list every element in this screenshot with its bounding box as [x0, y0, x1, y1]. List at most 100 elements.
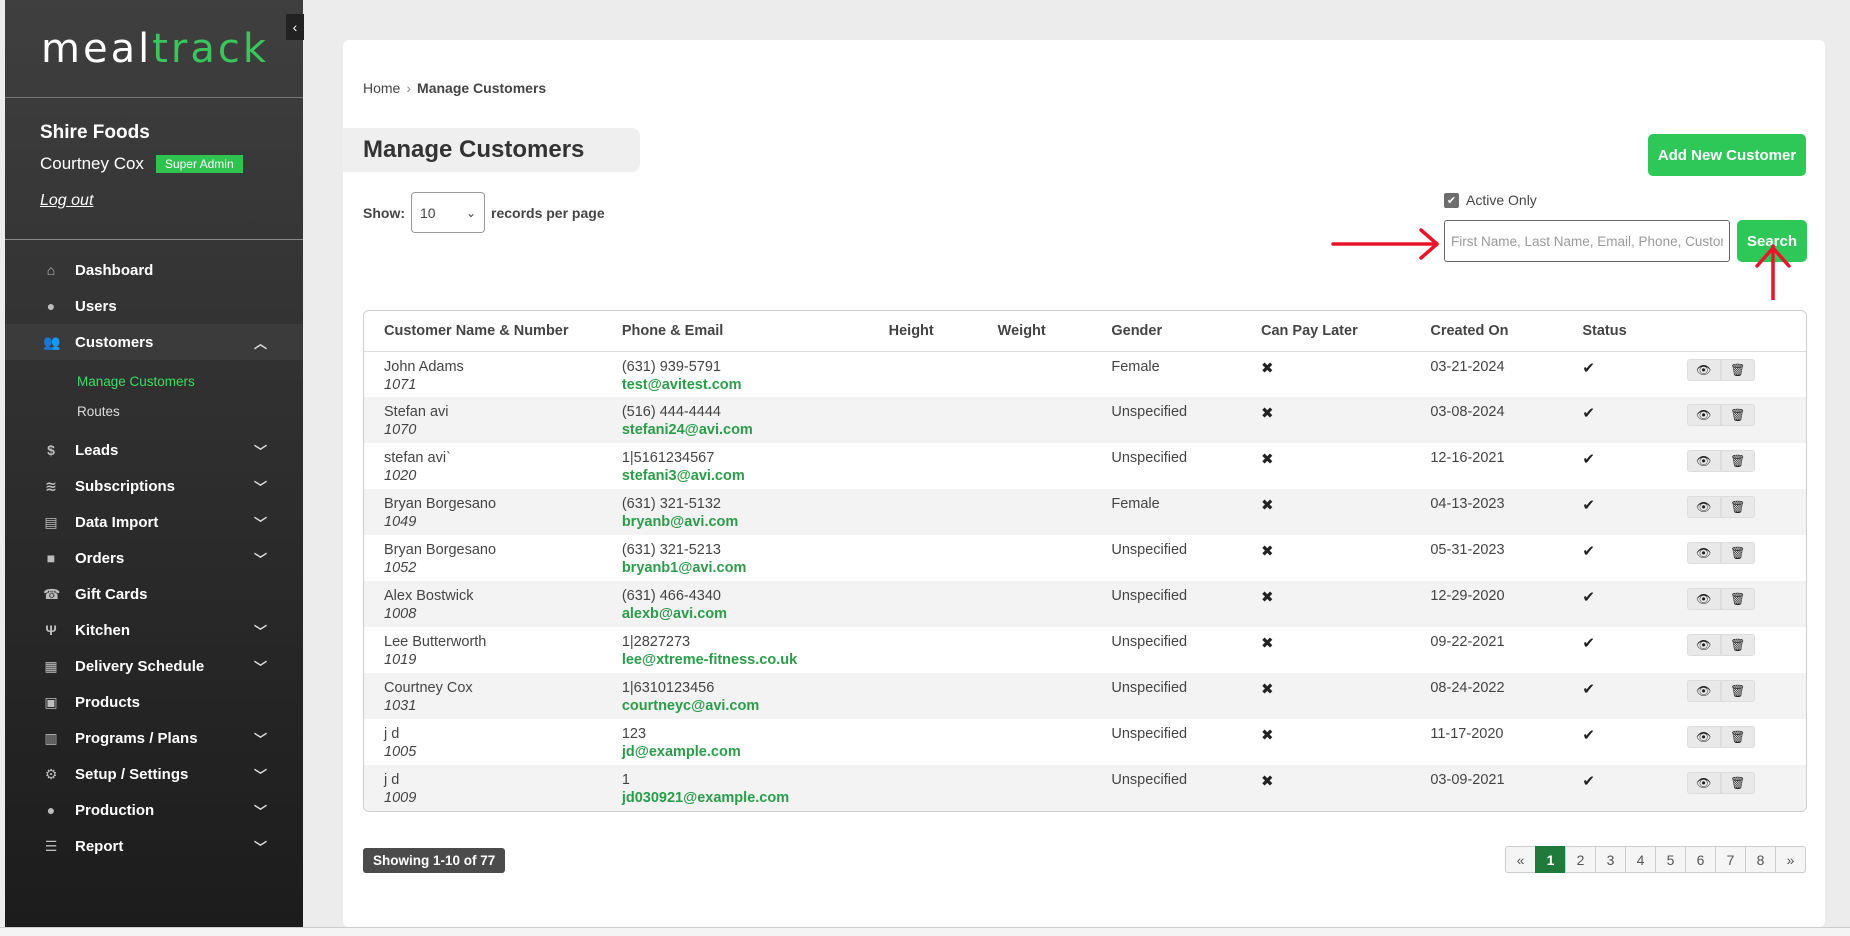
view-button[interactable]: 👁 [1686, 450, 1721, 472]
customer-email-link[interactable]: lee@xtreme-fitness.co.uk [622, 652, 869, 668]
app-logo[interactable]: meal track [5, 0, 303, 98]
layers-icon: ≋ [45, 477, 57, 494]
pay-later-cell: ✖ [1241, 673, 1411, 719]
sidebar-item-gift-cards[interactable]: ☎ Gift Cards [5, 576, 303, 612]
calendar-icon: ▦ [44, 657, 58, 674]
delete-button[interactable]: 🗑 [1720, 542, 1755, 564]
check-icon: ✔ [1582, 497, 1595, 514]
sidebar-item-customers[interactable]: 👥 Customers ︿ [5, 324, 303, 360]
page-title-bar: Manage Customers [343, 128, 640, 172]
chevron-down-icon: ﹀ [253, 515, 267, 531]
view-button[interactable]: 👁 [1686, 680, 1721, 702]
customer-email-link[interactable]: jd030921@example.com [622, 790, 869, 806]
pagination-page[interactable]: 2 [1565, 846, 1596, 873]
pagination-page[interactable]: 8 [1745, 846, 1776, 873]
sidebar-item-users[interactable]: ● Users [5, 288, 303, 324]
active-only-checkbox[interactable]: ✔ [1444, 192, 1459, 208]
sidebar-item-delivery-schedule[interactable]: ▦ Delivery Schedule ﹀ [5, 648, 303, 684]
sidebar-nav: ⌂ Dashboard ● Users 👥 Customers ︿ Manage Custom… [5, 240, 303, 864]
created-on-cell: 03-09-2021 [1410, 765, 1563, 811]
pagination-page[interactable]: 1 [1535, 846, 1566, 873]
delete-button[interactable]: 🗑 [1720, 726, 1755, 748]
pagination-page[interactable]: 4 [1625, 846, 1656, 873]
sidebar-item-data-import[interactable]: ▤ Data Import ﹀ [5, 504, 303, 540]
pagination-page[interactable]: 3 [1595, 846, 1626, 873]
delete-button[interactable]: 🗑 [1720, 772, 1755, 794]
table-row: Stefan avi 1070 (516) 444-4444 stefani24@av… [364, 397, 1806, 443]
actions-cell: 👁 🗑 [1667, 443, 1806, 489]
view-button[interactable]: 👁 [1686, 358, 1721, 381]
view-button[interactable]: 👁 [1686, 726, 1721, 748]
per-page-select[interactable]: 10 ⌄ [411, 192, 485, 233]
status-cell: ✔ [1562, 581, 1667, 627]
delete-button[interactable]: 🗑 [1720, 634, 1755, 656]
submenu-item-manage-customers[interactable]: Manage Customers [77, 366, 303, 396]
sidebar-item-report[interactable]: ☰ Report ﹀ [5, 828, 303, 864]
search-input[interactable] [1444, 220, 1730, 262]
eye-icon: 👁 [1696, 684, 1712, 698]
check-icon: ✔ [1582, 451, 1595, 468]
view-button[interactable]: 👁 [1686, 772, 1721, 794]
sidebar-item-products[interactable]: ▣ Products [5, 684, 303, 720]
pagination-page[interactable]: 7 [1715, 846, 1746, 873]
breadcrumb-current: Manage Customers [417, 80, 547, 96]
search-button[interactable]: Search [1737, 220, 1807, 262]
sidebar-collapse-button[interactable]: ‹ [286, 14, 304, 40]
customer-email-link[interactable]: stefani24@avi.com [622, 422, 869, 438]
table-row: Bryan Borgesano 1049 (631) 321-5132 bryanb@… [364, 489, 1806, 535]
customer-cell: Stefan avi 1070 [364, 397, 602, 443]
breadcrumb-home[interactable]: Home [363, 80, 400, 96]
view-button[interactable]: 👁 [1686, 542, 1721, 564]
submenu-item-routes[interactable]: Routes [77, 396, 303, 426]
weight-cell [977, 581, 1092, 627]
pagination-page[interactable]: 5 [1655, 846, 1686, 873]
customer-email-link[interactable]: alexb@avi.com [622, 606, 869, 622]
sidebar-item-orders[interactable]: ■ Orders ﹀ [5, 540, 303, 576]
add-new-customer-button[interactable]: Add New Customer [1648, 134, 1806, 176]
delete-button[interactable]: 🗑 [1720, 680, 1755, 702]
logout-link[interactable]: Log out [40, 192, 93, 209]
sidebar-item-programs-plans[interactable]: ▥ Programs / Plans ﹀ [5, 720, 303, 756]
sidebar-item-setup-settings[interactable]: ⚙ Setup / Settings ﹀ [5, 756, 303, 792]
view-button[interactable]: 👁 [1686, 634, 1721, 656]
delete-button[interactable]: 🗑 [1720, 450, 1755, 472]
sidebar-item-leads[interactable]: $ Leads ﹀ [5, 432, 303, 468]
chevron-down-icon: ﹀ [253, 659, 267, 675]
view-button[interactable]: 👁 [1686, 588, 1721, 610]
customer-email-link[interactable]: bryanb1@avi.com [622, 560, 869, 576]
customer-email-link[interactable]: stefani3@avi.com [622, 468, 869, 484]
customer-name: j d [384, 772, 400, 788]
customer-cell: Courtney Cox 1031 [364, 673, 602, 719]
delete-button[interactable]: 🗑 [1720, 496, 1755, 518]
customer-email-link[interactable]: jd@example.com [622, 744, 869, 760]
customer-email-link[interactable]: test@avitest.com [622, 377, 869, 393]
customer-name: Stefan avi [384, 404, 449, 420]
view-button[interactable]: 👁 [1686, 404, 1721, 426]
trash-icon: 🗑 [1730, 592, 1746, 606]
active-only-filter[interactable]: ✔ Active Only [1444, 192, 1537, 208]
sidebar-item-production[interactable]: ● Production ﹀ [5, 792, 303, 828]
customer-number: 1049 [384, 514, 417, 530]
window-bottom-strip [0, 927, 1850, 936]
sidebar-item-subscriptions[interactable]: ≋ Subscriptions ﹀ [5, 468, 303, 504]
column-header: Created On [1410, 311, 1563, 352]
customer-email-link[interactable]: courtneyc@avi.com [622, 698, 869, 714]
view-button[interactable]: 👁 [1686, 496, 1721, 518]
delete-button[interactable]: 🗑 [1720, 404, 1755, 426]
pagination-page[interactable]: 6 [1685, 846, 1716, 873]
sidebar-item-dashboard[interactable]: ⌂ Dashboard [5, 252, 303, 288]
column-header [1666, 311, 1806, 352]
sidebar-item-kitchen[interactable]: Ψ Kitchen ﹀ [5, 612, 303, 648]
delete-button[interactable]: 🗑 [1720, 588, 1755, 610]
delete-button[interactable]: 🗑 [1720, 358, 1755, 381]
pagination-prev[interactable]: « [1505, 846, 1536, 873]
pagination-next[interactable]: » [1775, 846, 1806, 873]
customer-name: j d [384, 726, 400, 742]
sidebar-item-label: Products [75, 693, 141, 711]
sidebar-item-label: Leads [75, 441, 119, 459]
sidebar-item-label: Programs / Plans [75, 729, 198, 747]
customer-cell: Bryan Borgesano 1052 [364, 535, 602, 581]
sidebar-item-label: Users [75, 297, 117, 315]
pay-later-cell: ✖ [1241, 627, 1410, 673]
customer-email-link[interactable]: bryanb@avi.com [622, 514, 869, 530]
